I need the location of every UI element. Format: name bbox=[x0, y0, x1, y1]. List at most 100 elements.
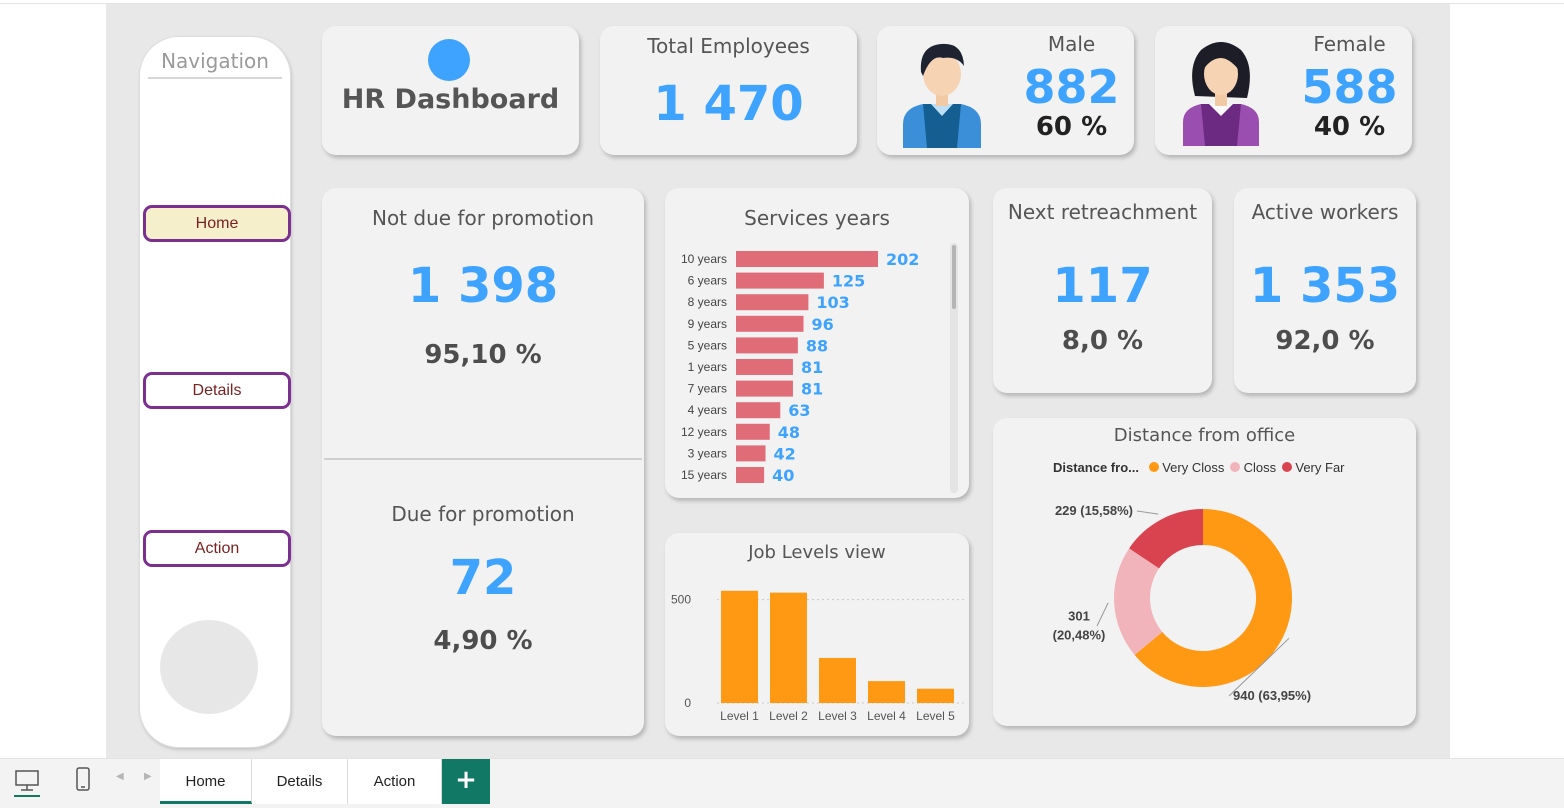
service-category-label: 7 years bbox=[688, 382, 727, 396]
service-bar-value: 202 bbox=[886, 250, 919, 269]
services-years-title: Services years bbox=[744, 206, 890, 230]
total-employees-value: 1 470 bbox=[653, 76, 804, 132]
male-label: Male bbox=[1047, 32, 1096, 56]
service-bar[interactable] bbox=[736, 380, 793, 397]
y-tick-label: 0 bbox=[684, 696, 691, 710]
job-levels-title: Job Levels view bbox=[748, 542, 886, 563]
service-bar-value: 63 bbox=[788, 401, 810, 420]
job-levels-card: Job Levels view 500 0 Level 1 Level 2 Level … bbox=[665, 533, 969, 736]
active-workers-value: 1 353 bbox=[1249, 258, 1401, 314]
legend-very-close[interactable]: Very Closs bbox=[1162, 460, 1224, 475]
total-employees-label: Total Employees bbox=[647, 34, 810, 58]
service-bar[interactable] bbox=[736, 423, 770, 440]
service-bar[interactable] bbox=[736, 294, 809, 311]
legend-dot-very-close bbox=[1148, 462, 1159, 472]
female-card: Female 588 40 % bbox=[1155, 26, 1412, 155]
service-bar-value: 48 bbox=[778, 423, 800, 442]
service-category-label: 4 years bbox=[688, 403, 727, 417]
service-bar[interactable] bbox=[736, 315, 804, 332]
dashboard-title: HR Dashboard bbox=[341, 84, 560, 115]
service-bar-value: 96 bbox=[811, 315, 833, 334]
donut-data-label: 229 (15,58%) bbox=[1055, 503, 1133, 518]
service-bar[interactable] bbox=[736, 359, 793, 375]
active-workers-card: Active workers 1 353 92,0 % bbox=[1234, 188, 1416, 393]
services-years-card: Services years 10 years 202 6 years 125 8 ye… bbox=[665, 188, 969, 498]
service-bar[interactable] bbox=[736, 402, 781, 419]
logo-circle-icon bbox=[428, 39, 470, 81]
distance-card: Distance from office Distance fro... Ver… bbox=[993, 418, 1416, 726]
service-bar[interactable] bbox=[736, 337, 798, 354]
job-level-bar[interactable] bbox=[819, 657, 856, 703]
service-category-label: 12 years bbox=[681, 425, 727, 439]
job-level-label: Level 4 bbox=[867, 709, 906, 723]
job-level-label: Level 3 bbox=[818, 709, 857, 723]
legend-very-far[interactable]: Very Far bbox=[1295, 460, 1344, 475]
phone-icon[interactable] bbox=[68, 765, 98, 797]
job-level-bar[interactable] bbox=[917, 688, 954, 703]
job-level-bar[interactable] bbox=[721, 590, 758, 703]
retirement-label: Next retreachment bbox=[1007, 200, 1198, 224]
y-tick-label: 500 bbox=[671, 593, 691, 607]
navigation-divider bbox=[148, 77, 282, 79]
add-page-button[interactable]: + bbox=[442, 759, 490, 804]
service-category-label: 10 years bbox=[681, 252, 727, 266]
due-percent: 4,90 % bbox=[433, 626, 533, 656]
not-due-label: Not due for promotion bbox=[371, 206, 595, 230]
title-card: HR Dashboard bbox=[322, 26, 579, 155]
male-count: 882 bbox=[1023, 60, 1120, 114]
donut-data-label: 940 (63,95%) bbox=[1233, 688, 1311, 703]
next-page-arrow-icon[interactable]: ▶ bbox=[144, 771, 152, 782]
distance-legend: Distance fro... Very Closs Closs Very Fa… bbox=[1053, 460, 1345, 475]
service-category-label: 9 years bbox=[688, 317, 727, 331]
legend-dot-close bbox=[1229, 462, 1240, 472]
service-category-label: 5 years bbox=[688, 338, 727, 352]
prev-page-arrow-icon[interactable]: ◀ bbox=[116, 771, 124, 782]
donut-leader-line bbox=[1136, 510, 1159, 515]
due-value: 72 bbox=[449, 550, 517, 606]
service-bar[interactable] bbox=[736, 445, 766, 462]
tab-details[interactable]: Details bbox=[252, 759, 348, 804]
retirement-card: Next retreachment 117 8,0 % bbox=[993, 188, 1212, 393]
services-scrollbar-thumb[interactable] bbox=[952, 245, 956, 309]
service-bar-value: 88 bbox=[806, 336, 828, 355]
legend-close[interactable]: Closs bbox=[1244, 460, 1277, 475]
nav-details-button[interactable]: Details bbox=[143, 372, 291, 409]
service-bar[interactable] bbox=[736, 467, 765, 483]
services-scrollbar-track[interactable] bbox=[950, 243, 958, 493]
service-bar-value: 40 bbox=[772, 466, 794, 485]
male-percent: 60 % bbox=[1035, 112, 1108, 142]
job-level-label: Level 2 bbox=[769, 709, 808, 723]
desktop-icon[interactable] bbox=[12, 765, 42, 797]
job-level-bar[interactable] bbox=[770, 592, 807, 703]
female-label: Female bbox=[1313, 32, 1386, 56]
job-level-label: Level 5 bbox=[916, 709, 955, 723]
navigation-title: Navigation bbox=[161, 49, 269, 73]
service-bar-value: 125 bbox=[832, 272, 865, 291]
tab-action[interactable]: Action bbox=[348, 759, 442, 804]
promotion-divider bbox=[324, 458, 642, 460]
service-bar[interactable] bbox=[736, 251, 878, 267]
nav-circle-decoration bbox=[160, 620, 258, 714]
distance-title: Distance from office bbox=[1113, 425, 1296, 446]
total-employees-card: Total Employees 1 470 bbox=[600, 26, 857, 155]
job-level-bar[interactable] bbox=[868, 681, 905, 703]
female-count: 588 bbox=[1301, 60, 1398, 114]
service-bar[interactable] bbox=[736, 272, 824, 289]
active-workers-label: Active workers bbox=[1251, 200, 1399, 224]
active-workers-percent: 92,0 % bbox=[1275, 326, 1375, 356]
female-avatar-icon bbox=[1183, 42, 1259, 146]
retirement-value: 117 bbox=[1052, 258, 1153, 314]
service-bar-value: 103 bbox=[816, 293, 849, 312]
nav-action-button[interactable]: Action bbox=[143, 530, 291, 567]
tab-home[interactable]: Home bbox=[160, 759, 252, 804]
service-bar-value: 81 bbox=[801, 380, 823, 399]
legend-dot-very-far bbox=[1281, 462, 1292, 472]
service-bar-value: 81 bbox=[801, 358, 823, 377]
distance-donut-chart: 940 (63,95%) 301 (20,48%) 229 (15,58%) bbox=[1053, 503, 1311, 703]
nav-home-button[interactable]: Home bbox=[143, 205, 291, 242]
donut-data-label: 301 bbox=[1068, 609, 1090, 624]
navigation-panel: Navigation Home Details Action bbox=[139, 36, 291, 748]
job-level-label: Level 1 bbox=[720, 709, 759, 723]
service-category-label: 1 years bbox=[688, 360, 727, 374]
bottom-page-bar: ◀ ▶ Home Details Action + bbox=[0, 758, 1564, 808]
